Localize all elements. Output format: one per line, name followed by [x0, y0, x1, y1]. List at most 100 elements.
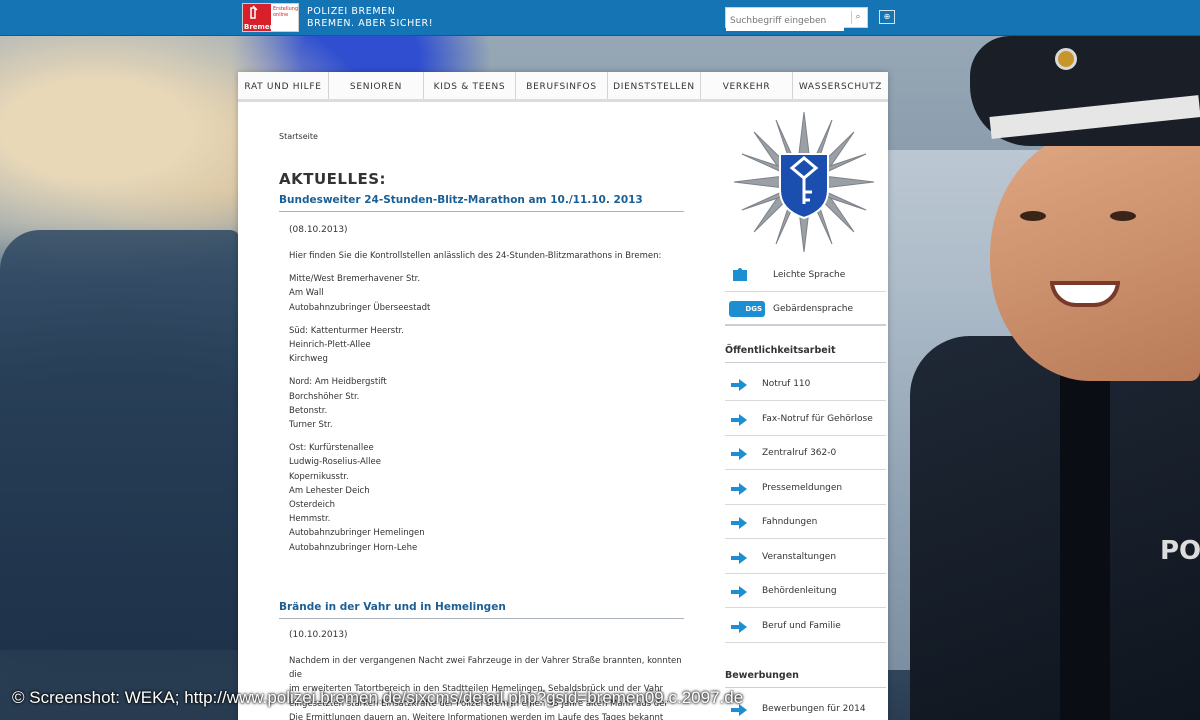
sidebar-link-label: Fahndungen — [762, 517, 818, 527]
officer-smile — [1050, 281, 1120, 307]
police-officer-photo: PO — [910, 36, 1200, 720]
sidebar-link-label: Bewerbungen für 2014 — [762, 704, 866, 714]
article-body: Nachdem in der vergangenen Nacht zwei Fa… — [289, 654, 684, 720]
logo-label: Bremen — [244, 23, 275, 31]
sidebar-link-behoerdenleitung[interactable]: Behördenleitung — [725, 574, 886, 608]
sidebar-link-notruf[interactable]: Notruf 110 — [725, 367, 886, 401]
officer-eye — [1020, 211, 1046, 221]
sidebar-link-label: Notruf 110 — [762, 379, 811, 389]
nav-kids-teens[interactable]: KIDS & TEENS — [424, 72, 516, 99]
article-title[interactable]: Bundesweiter 24-Stunden-Blitz-Marathon a… — [279, 194, 684, 212]
sidebar-item-label: Gebärdensprache — [773, 304, 854, 314]
checkpoint-item: Süd: Kattenturmer Heerstr. — [289, 325, 404, 336]
article-line: Nachdem in der vergangenen Nacht zwei Fa… — [289, 656, 682, 681]
article-date: (10.10.2013) — [289, 630, 348, 640]
nav-rat-und-hilfe[interactable]: RAT UND HILFE — [238, 72, 329, 99]
checkpoint-item: Am Wall — [289, 288, 324, 299]
sidebar-section-heading: Bewerbungen — [725, 670, 886, 688]
nav-senioren[interactable]: SENIOREN — [329, 72, 424, 99]
cap-badge-icon — [1055, 48, 1077, 70]
checkpoint-item: Hemmstr. — [289, 514, 331, 525]
sidebar-item-sign-language[interactable]: DGS Gebärdensprache — [725, 292, 886, 326]
sidebar-link-label: Pressemeldungen — [762, 483, 843, 493]
logo-small-text: Erstellung online — [273, 6, 299, 18]
search-icon[interactable]: ⌕ — [851, 11, 864, 24]
brand-slogan: BREMEN. ABER SICHER! — [307, 18, 434, 29]
arrow-right-icon — [731, 483, 747, 495]
accessibility-toggle-icon[interactable]: ⊕ — [879, 10, 895, 24]
sidebar-link-zentralruf[interactable]: Zentralruf 362-0 — [725, 436, 886, 470]
officer-face — [990, 131, 1200, 381]
checkpoint-item: Betonstr. — [289, 405, 328, 416]
sidebar-link-bewerbungen[interactable]: Bewerbungen für 2014 — [725, 692, 886, 720]
bremen-flag-icon: Bremen — [243, 4, 275, 31]
breadcrumb[interactable]: Startseite — [279, 132, 318, 141]
checkpoint-item: Osterdeich — [289, 500, 336, 511]
top-header-bar: Bremen Erstellung online POLIZEI BREMEN … — [0, 0, 1200, 36]
sidebar-link-label: Fax-Notruf für Gehörlose — [762, 414, 873, 424]
sidebar-link-pressemeldungen[interactable]: Pressemeldungen — [725, 471, 886, 505]
sidebar-item-easy-language[interactable]: Leichte Sprache — [725, 258, 886, 292]
sidebar-link-label: Zentralruf 362-0 — [762, 448, 837, 458]
checkpoint-list: Süd: Kattenturmer Heerstr. Heinrich-Plet… — [289, 324, 684, 367]
officer-uniform — [910, 336, 1200, 720]
nav-wasserschutz[interactable]: WASSERSCHUTZ — [793, 72, 888, 99]
arrow-right-icon — [731, 517, 747, 529]
sign-language-icon: DGS — [729, 301, 765, 317]
checkpoint-list: Mitte/West Bremerhavener Str. Am Wall Au… — [289, 272, 684, 315]
background-police-car — [0, 230, 240, 650]
content-panel: RAT UND HILFE SENIOREN KIDS & TEENS BERU… — [238, 72, 888, 720]
sidebar-link-label: Behördenleitung — [762, 586, 837, 596]
article-intro: Hier finden Sie die Kontrollstellen anlä… — [289, 251, 662, 261]
checkpoint-item: Ost: Kurfürstenallee — [289, 443, 374, 454]
bremen-logo[interactable]: Bremen Erstellung online — [242, 3, 299, 32]
search-box: ⌕ — [725, 7, 868, 31]
sidebar-link-fax-notruf[interactable]: Fax-Notruf für Gehörlose — [725, 402, 886, 436]
article-title[interactable]: Brände in der Vahr und in Hemelingen — [279, 601, 684, 619]
sidebar-link-beruf-familie[interactable]: Beruf und Familie — [725, 609, 886, 643]
search-input[interactable] — [726, 11, 844, 31]
page-title: AKTUELLES: — [279, 170, 387, 188]
sidebar-link-veranstaltungen[interactable]: Veranstaltungen — [725, 540, 886, 574]
sidebar-link-label: Beruf und Familie — [762, 621, 841, 631]
officer-eye — [1110, 211, 1136, 221]
arrow-right-icon — [731, 586, 747, 598]
officer-tie — [1060, 366, 1110, 720]
brand-title: POLIZEI BREMEN — [307, 6, 396, 17]
sidebar-item-label: Leichte Sprache — [773, 270, 846, 280]
officer-cap — [970, 36, 1200, 146]
checkpoint-item: Autobahnzubringer Horn-Lehe — [289, 542, 418, 553]
police-star-emblem-icon — [734, 112, 874, 252]
checkpoint-item: Autobahnzubringer Überseestadt — [289, 302, 431, 313]
checkpoint-item: Heinrich-Plett-Allee — [289, 340, 371, 351]
sidebar-link-label: Veranstaltungen — [762, 552, 837, 562]
checkpoint-item: Mitte/West Bremerhavener Str. — [289, 274, 421, 285]
uniform-lettering: PO — [1160, 536, 1200, 566]
book-icon — [733, 268, 747, 281]
checkpoint-item: Kirchweg — [289, 354, 328, 365]
nav-berufsinfos[interactable]: BERUFSINFOS — [516, 72, 608, 99]
sidebar-link-fahndungen[interactable]: Fahndungen — [725, 505, 886, 539]
checkpoint-list: Ost: Kurfürstenallee Ludwig-Roselius-All… — [289, 441, 684, 555]
arrow-right-icon — [731, 379, 747, 391]
article-date: (08.10.2013) — [289, 225, 348, 235]
checkpoint-item: Nord: Am Heidbergstift — [289, 377, 387, 388]
article-body: Hier finden Sie die Kontrollstellen anlä… — [289, 249, 684, 564]
checkpoint-item: Ludwig-Roselius-Allee — [289, 457, 381, 468]
checkpoint-item: Turner Str. — [289, 420, 333, 431]
checkpoint-item: Am Lehester Deich — [289, 485, 370, 496]
arrow-right-icon — [731, 621, 747, 633]
checkpoint-item: Borchshöher Str. — [289, 391, 360, 402]
screenshot-credit-caption: © Screenshot: WEKA; http://www.polizei.b… — [12, 688, 744, 707]
arrow-right-icon — [731, 414, 747, 426]
article-line: Die Ermittlungen dauern an. Weitere Info… — [289, 712, 664, 720]
nav-verkehr[interactable]: VERKEHR — [701, 72, 793, 99]
nav-dienststellen[interactable]: DIENSTSTELLEN — [608, 72, 701, 99]
sidebar-section-heading: Öffentlichkeitsarbeit — [725, 345, 886, 363]
main-navigation: RAT UND HILFE SENIOREN KIDS & TEENS BERU… — [238, 72, 888, 102]
checkpoint-item: Autobahnzubringer Hemelingen — [289, 528, 425, 539]
cap-band — [989, 95, 1200, 139]
site-brand[interactable]: POLIZEI BREMEN BREMEN. ABER SICHER! — [307, 6, 433, 30]
arrow-right-icon — [731, 448, 747, 460]
checkpoint-item: Kopernikusstr. — [289, 471, 349, 482]
